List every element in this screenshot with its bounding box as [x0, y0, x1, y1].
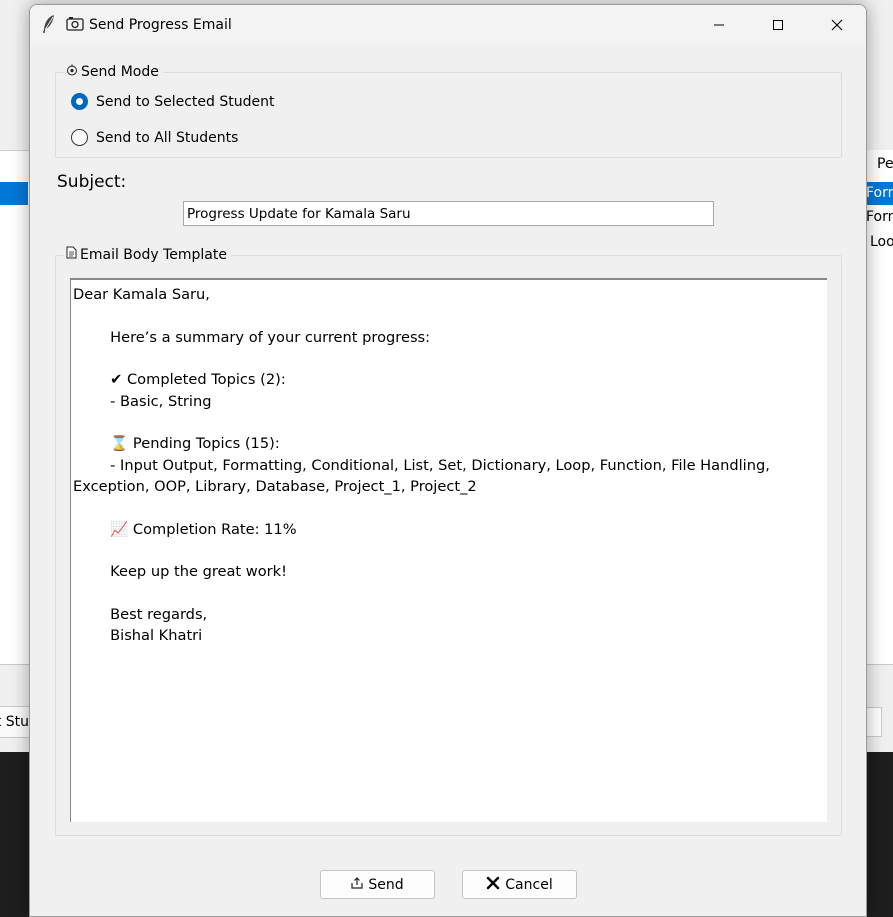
minimize-button[interactable] — [690, 5, 748, 45]
feather-icon — [42, 14, 56, 34]
background-button[interactable]: t Stu — [0, 706, 30, 738]
cancel-button-label: Cancel — [505, 876, 553, 893]
send-button[interactable]: Send — [320, 870, 435, 899]
maximize-icon — [773, 20, 783, 30]
close-button[interactable] — [808, 5, 866, 45]
send-mode-label: Send Mode — [81, 64, 159, 80]
email-body-label: Email Body Template — [80, 247, 227, 263]
radio-button-checked[interactable] — [71, 93, 88, 110]
email-body-legend: Email Body Template — [64, 246, 231, 264]
send-button-label: Send — [368, 876, 404, 893]
camera-icon — [66, 16, 84, 32]
x-icon — [486, 876, 500, 894]
background-list-row[interactable]: Form — [866, 182, 893, 205]
background-column-header: Pe — [866, 150, 893, 178]
email-body-textarea[interactable]: Dear Kamala Saru, Here’s a summary of yo… — [70, 278, 827, 822]
memo-icon — [66, 246, 77, 264]
maximize-button[interactable] — [749, 5, 807, 45]
title-bar[interactable]: Send Progress Email — [30, 5, 866, 45]
background-selected-row[interactable] — [0, 182, 28, 205]
close-icon — [831, 19, 843, 31]
outbox-icon — [351, 876, 363, 893]
radio-label: Send to Selected Student — [96, 93, 275, 110]
radio-label: Send to All Students — [96, 129, 239, 146]
background-input[interactable] — [866, 707, 882, 737]
subject-input[interactable] — [183, 201, 714, 226]
target-icon — [66, 63, 78, 81]
send-progress-email-dialog: Send Progress Email Send Mode Send to Se… — [29, 4, 867, 917]
subject-label: Subject: — [57, 172, 127, 192]
background-list-row[interactable]: Form — [866, 206, 893, 229]
cancel-button[interactable]: Cancel — [462, 870, 577, 899]
window-title: Send Progress Email — [89, 17, 232, 33]
minimize-icon — [714, 24, 724, 26]
radio-send-selected[interactable]: Send to Selected Student — [71, 93, 274, 110]
radio-send-all[interactable]: Send to All Students — [71, 129, 238, 146]
send-mode-legend: Send Mode — [64, 63, 163, 81]
background-list-row[interactable]: Loo — [866, 231, 893, 254]
radio-button[interactable] — [71, 129, 88, 146]
